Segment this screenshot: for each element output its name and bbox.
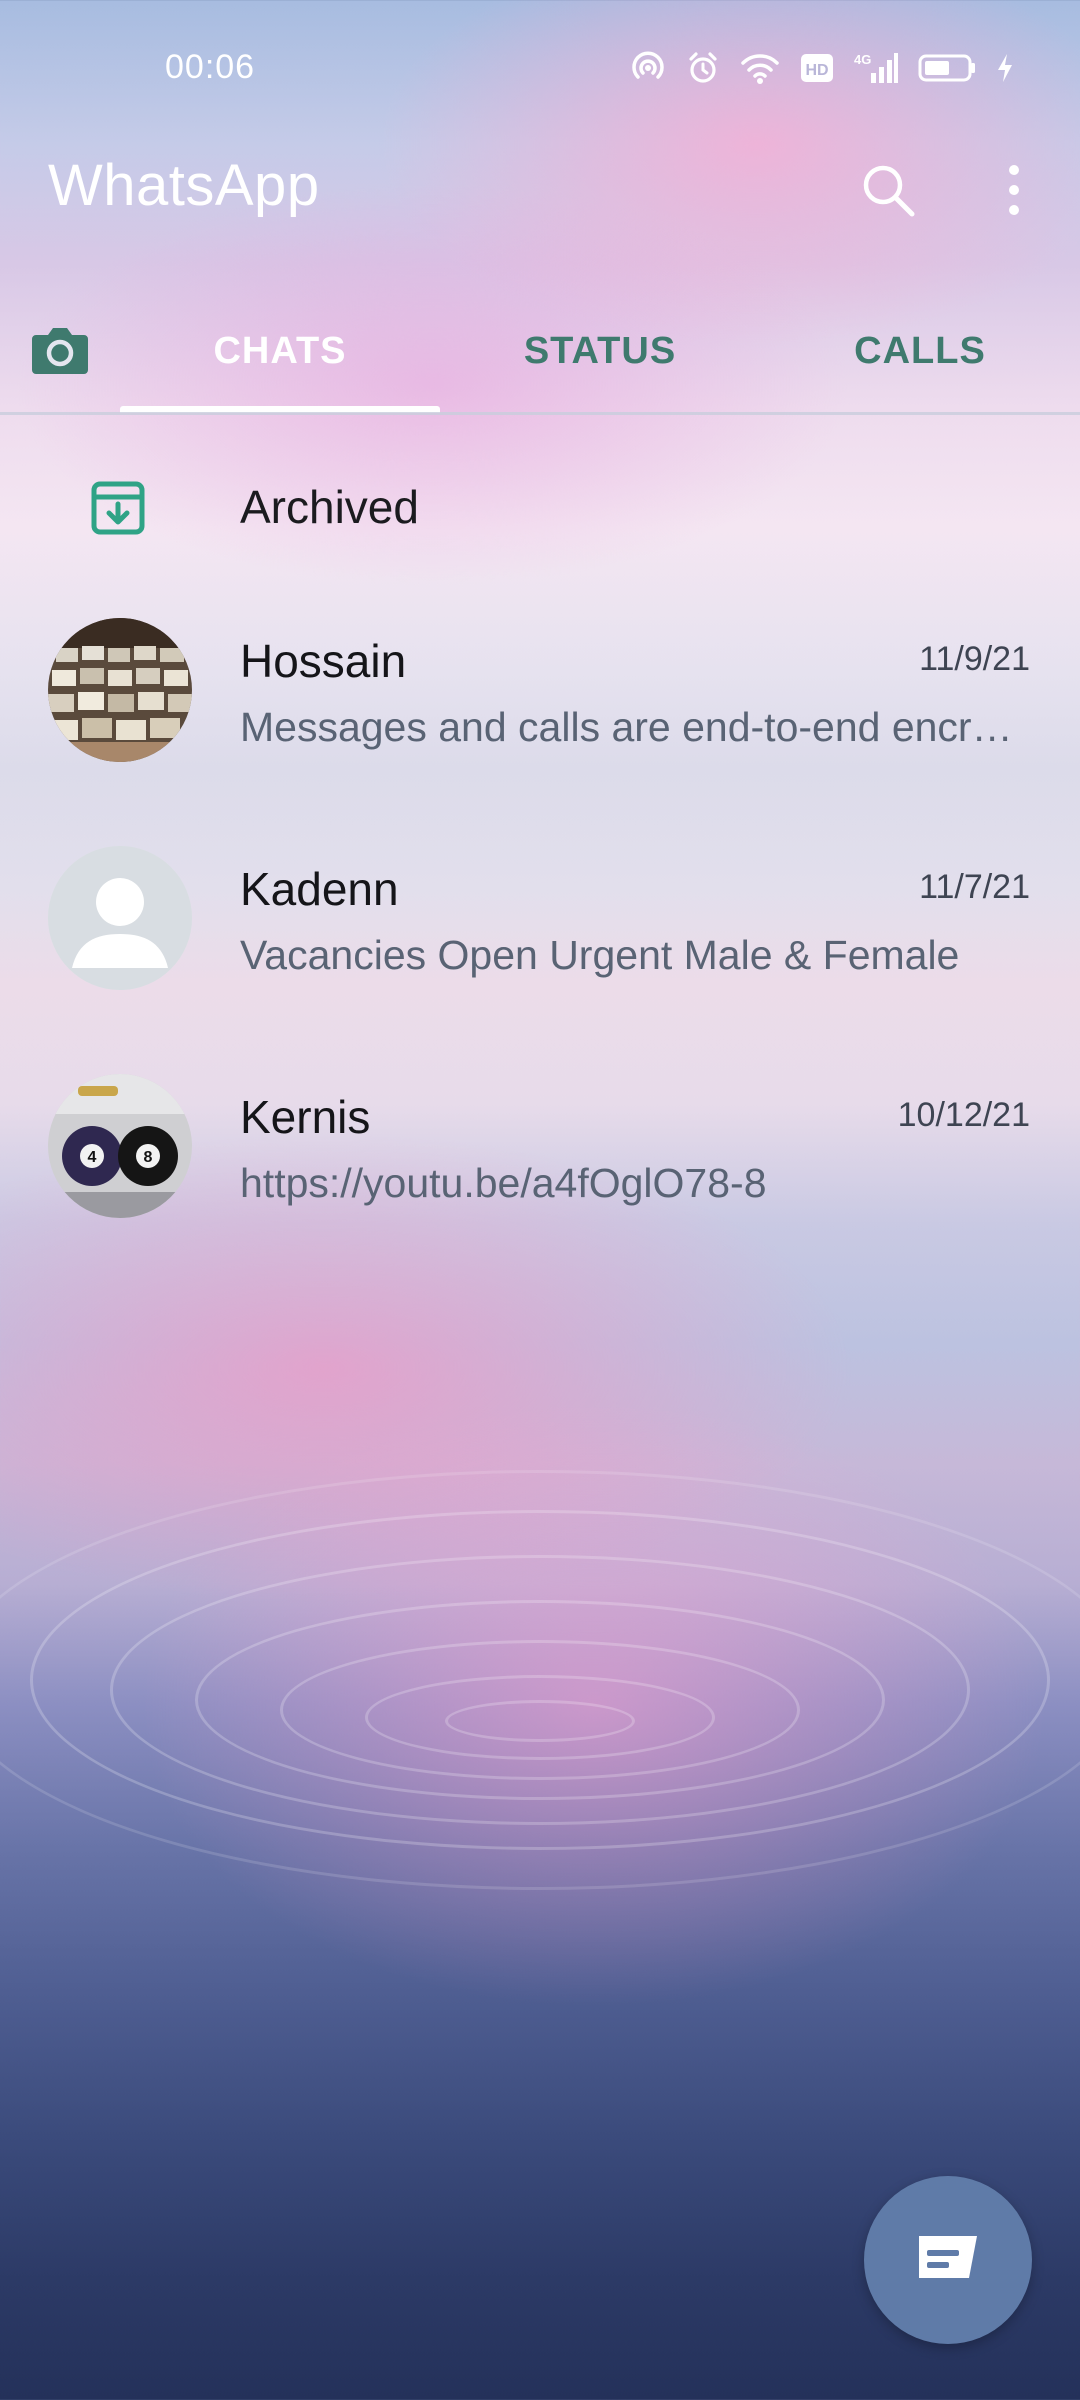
chat-date: 11/7/21 (919, 868, 1030, 906)
wifi-icon (741, 54, 779, 84)
tab-calls[interactable]: CALLS (760, 290, 1080, 412)
new-chat-button[interactable] (864, 2176, 1032, 2344)
svg-text:HD: HD (805, 62, 828, 79)
tab-bar: CHATS STATUS CALLS (0, 290, 1080, 415)
hotspot-icon (632, 51, 664, 79)
chat-preview: https://youtu.be/a4fOglO78-8 (240, 1160, 767, 1206)
alarm-icon (689, 52, 717, 83)
chat-row-kernis[interactable]: 4 8 Kernis 10/12/21 https://youtu.be/a4f… (0, 1074, 1080, 1274)
more-options-button[interactable] (974, 150, 1054, 230)
svg-text:8: 8 (144, 1149, 153, 1166)
battery-icon (918, 54, 975, 82)
chat-preview: Vacancies Open Urgent Male & Female (240, 932, 960, 978)
tab-camera[interactable] (22, 312, 98, 388)
hd-icon: HD (801, 54, 833, 82)
chat-row-kadenn[interactable]: Kadenn 11/7/21 Vacancies Open Urgent Mal… (0, 846, 1080, 1046)
search-icon (863, 165, 915, 217)
status-bar: 00:06 HD 4G (0, 0, 1080, 130)
chat-name: Kernis (240, 1091, 371, 1143)
chat-row-hossain[interactable]: Hossain 11/9/21 Messages and calls are e… (0, 618, 1080, 818)
svg-text:4G: 4G (854, 52, 871, 67)
archived-row[interactable]: Archived (0, 440, 1080, 570)
tab-chats[interactable]: CHATS (120, 290, 440, 412)
chat-preview: Messages and calls are end-to-end encryp… (240, 704, 1016, 750)
camera-icon (32, 328, 88, 374)
status-time: 00:06 (165, 48, 256, 86)
charging-icon (998, 54, 1012, 82)
chat-date: 11/9/21 (919, 640, 1030, 678)
signal-icon: 4G (854, 52, 898, 83)
avatar-photo[interactable] (48, 618, 192, 762)
chat-name: Kadenn (240, 863, 399, 915)
status-icons: HD 4G (630, 50, 1014, 86)
svg-text:4: 4 (88, 1149, 97, 1166)
archived-label: Archived (240, 481, 419, 533)
tab-status[interactable]: STATUS (440, 290, 760, 412)
new-chat-icon (919, 2236, 977, 2278)
avatar-photo[interactable]: 4 8 (48, 1074, 192, 1218)
app-title: WhatsApp (48, 153, 320, 218)
tab-divider (0, 412, 1080, 415)
chat-name: Hossain (240, 635, 407, 687)
archive-icon (91, 481, 145, 535)
more-vertical-icon (1009, 165, 1019, 215)
search-button[interactable] (848, 150, 928, 230)
default-avatar-icon[interactable] (48, 846, 192, 990)
chat-date: 10/12/21 (897, 1096, 1030, 1134)
